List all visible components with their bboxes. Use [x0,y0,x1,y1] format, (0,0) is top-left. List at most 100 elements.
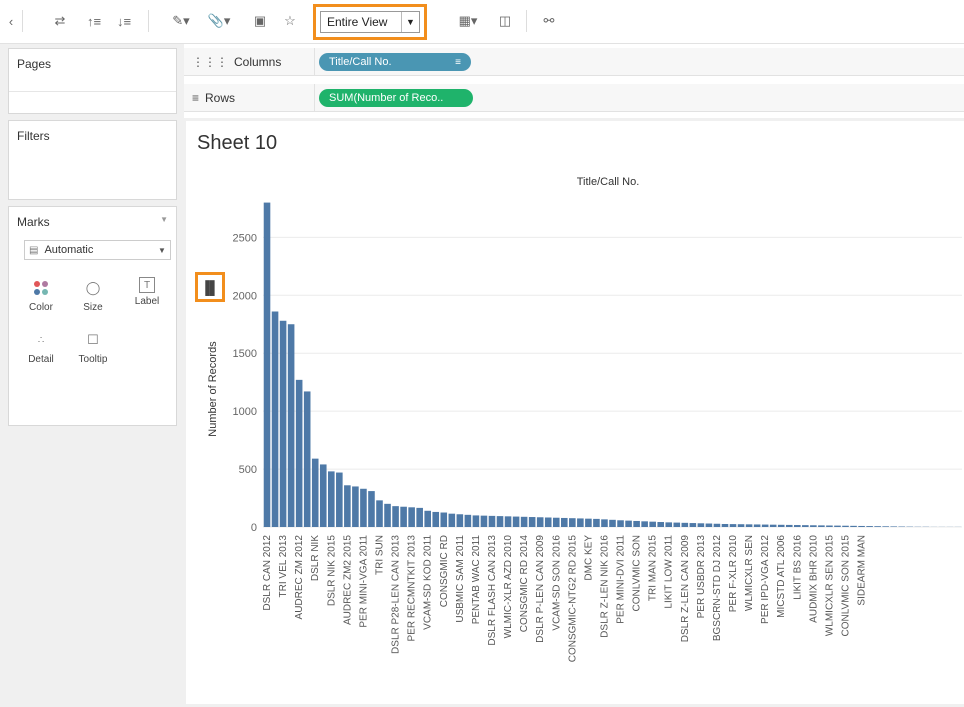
bar [408,507,415,527]
filters-title: Filters [17,129,50,143]
x-tick-label: TRI MAN 2015 [648,535,659,602]
sort-descending-icon[interactable]: ↓≡ [112,10,136,32]
sort-ascending-icon[interactable]: ↑≡ [82,10,106,32]
rows-pill[interactable]: SUM(Number of Reco.. [319,89,473,107]
bar [263,202,271,527]
columns-pill[interactable]: Title/Call No. ≡ [319,53,471,71]
bar [344,485,351,527]
bar [890,526,898,527]
label-icon: T [139,277,155,293]
y-tick-label: 0 [251,522,257,534]
bar [617,520,624,527]
bar [882,526,889,527]
x-tick-label: AUDREC ZM2 2015 [342,535,353,625]
bar [336,472,343,527]
rows-shelf-label: ≡ Rows [192,91,235,105]
mark-type-dropdown[interactable]: ▤ Automatic ▼ [24,240,171,260]
size-button[interactable]: ◯ Size [73,277,113,321]
x-tick-label: PER F-XLR 2010 [728,535,739,613]
bar [745,524,753,527]
columns-shelf-label: ⋮⋮⋮ Columns [192,55,281,69]
bar [842,525,849,527]
bar [432,511,440,527]
columns-pill-label: Title/Call No. [329,56,392,68]
show-me-icon[interactable]: ▦▾ [452,10,484,32]
rows-pill-label: SUM(Number of Reco.. [329,92,444,104]
bar [319,464,327,527]
x-tick-label: CONLVMIC SON [632,535,643,612]
share-icon[interactable]: ⚯ [538,10,560,32]
bar [858,525,865,527]
fit-view-dropdown[interactable]: Entire View ▼ [320,11,420,33]
pages-pane[interactable]: Pages [8,48,177,114]
bar [448,513,456,527]
y-tick-label: 2000 [233,290,257,302]
bar [544,517,552,527]
x-axis-title: Title/Call No. [577,176,640,188]
bar [649,521,656,527]
bar [850,525,857,527]
size-icon: ◯ [85,280,101,295]
y-tick-label: 1000 [233,406,257,418]
marks-pane: Marks ▼ ▤ Automatic ▼ Color ◯ Size T Lab… [8,206,177,426]
bar [416,507,423,527]
x-tick-label: DSLR NIK 2015 [326,535,337,607]
rows-shelf[interactable]: ≡ Rows SUM(Number of Reco.. [184,84,964,112]
toolbar: ‹ ⇄ ↑≡ ↓≡ ✎▾ 📎▾ ▣ ☆ Entire View ▼ ▦▾ ◫ ⚯ [0,0,964,44]
x-tick-label: TRI VEL 2013 [278,535,289,598]
show-mark-labels-icon[interactable]: ▣ [250,10,270,32]
detail-icon: ∴ [37,334,45,346]
swap-rows-columns-icon[interactable]: ⇄ [48,10,72,32]
x-tick-label: PER MINI-DVI 2011 [616,535,627,624]
bar [769,524,777,527]
bar [866,526,873,527]
bar [826,525,833,527]
bar [697,523,705,527]
columns-shelf[interactable]: ⋮⋮⋮ Columns Title/Call No. ≡ [184,48,964,76]
bar [480,515,488,527]
filters-pane[interactable]: Filters [8,120,177,200]
bar [376,500,383,527]
axis-bar-chart-icon[interactable]: ▐▌ [195,272,225,302]
bar [729,524,737,527]
marks-title: Marks [17,215,50,229]
bar [360,488,367,527]
color-button[interactable]: Color [21,277,61,321]
bar [392,506,399,527]
x-tick-label: DMC KEY [583,535,594,581]
marks-menu-icon[interactable]: ▼ [160,215,168,224]
bar [633,520,640,527]
label-button[interactable]: T Label [127,277,167,321]
bar [737,524,745,527]
rows-text: Rows [205,91,236,105]
bar [279,320,287,527]
tooltip-button[interactable]: ☐ Tooltip [73,329,113,373]
size-label: Size [83,302,103,313]
highlight-icon[interactable]: ✎▾ [168,10,194,32]
bar [713,523,721,527]
bar [552,517,560,527]
columns-text: Columns [234,55,282,69]
x-tick-label: CONSGMIC RD [439,535,450,607]
y-tick-label: 2500 [233,232,257,244]
detail-button[interactable]: ∴ Detail [21,329,61,373]
bar [785,524,793,527]
fix-axes-icon[interactable]: ☆ [280,10,300,32]
bar [810,525,817,527]
x-tick-label: CONSGMIC-NTG2 RD 2015 [567,535,578,663]
toolbar-overflow-icon[interactable]: ‹ [4,10,18,32]
bar [424,510,432,527]
x-tick-label: MICSTD ATL 2006 [776,535,787,618]
bar [593,518,600,527]
bar [352,486,359,527]
bar [400,506,407,527]
x-tick-label: CONLVMIC SON 2015 [841,535,852,637]
fit-view-label: Entire View [327,15,388,29]
bar [625,520,632,527]
y-tick-label: 1500 [233,348,257,360]
group-members-icon[interactable]: 📎▾ [206,10,232,32]
bar [681,522,689,527]
mark-type-label: Automatic [44,244,94,256]
bar [673,522,681,527]
presentation-mode-icon[interactable]: ◫ [494,10,516,32]
